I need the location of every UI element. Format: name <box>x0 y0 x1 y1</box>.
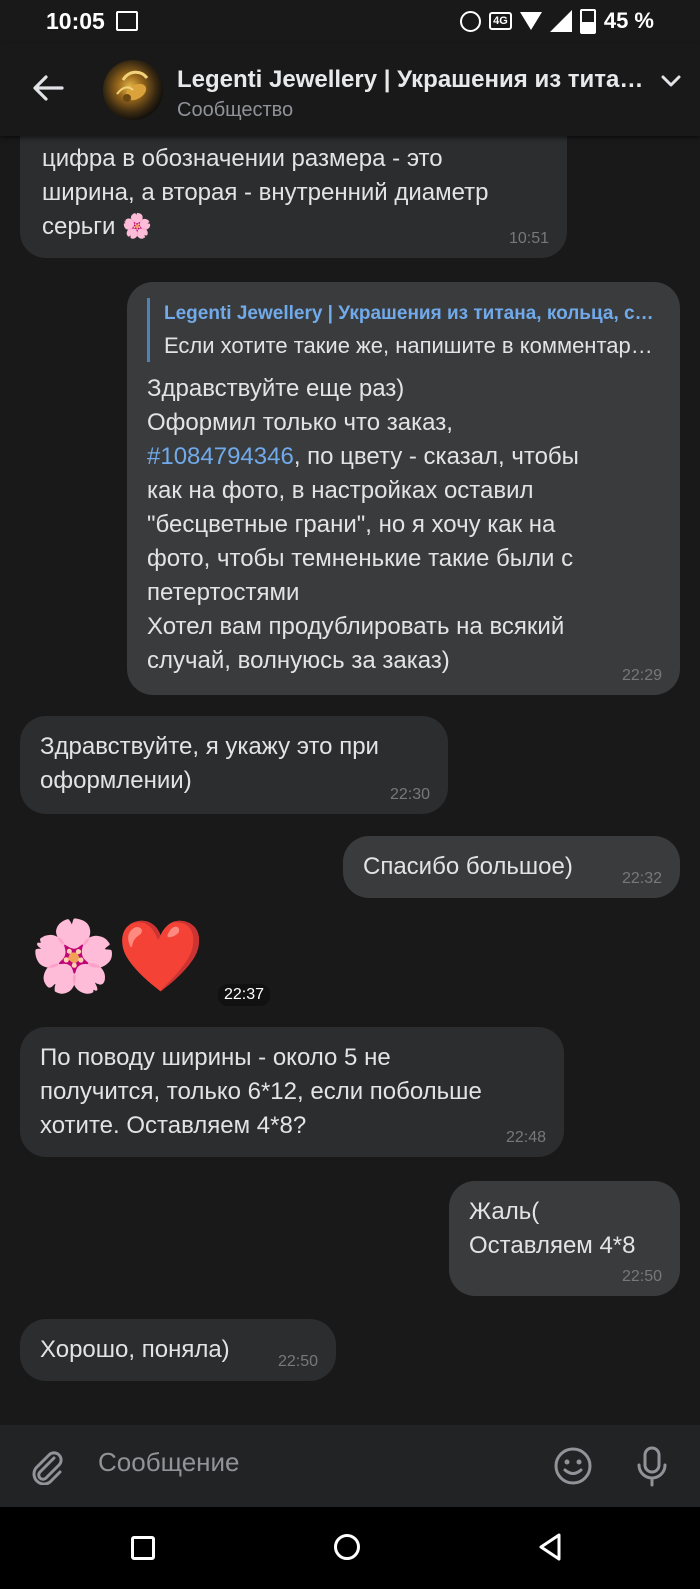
message-bubble-incoming[interactable]: Здравствуйте, я укажу это при оформлении… <box>20 716 448 814</box>
message-text: Здравствуйте, я укажу это при оформлении… <box>40 733 379 794</box>
message-bubble-incoming[interactable]: По поводу ширины - около 5 не получится,… <box>20 1027 564 1157</box>
home-button[interactable] <box>334 1534 360 1560</box>
message-time: 22:32 <box>621 870 662 887</box>
message-bubble-outgoing[interactable]: Legenti Jewellery | Украшения из титана,… <box>127 282 680 695</box>
chat-header: Legenti Jewellery | Украшения из титана,… <box>0 44 700 136</box>
battery-level: 45 % <box>603 8 654 33</box>
reply-author: Legenti Jewellery | Украшения из титана,… <box>164 303 658 324</box>
chat-title[interactable]: Legenti Jewellery | Украшения из титана,… <box>177 66 647 94</box>
message-text: цифра в обозначении размера - это ширина… <box>42 145 489 240</box>
message-text: Здравствуйте еще раз) Оформил только что… <box>147 372 658 678</box>
system-navigation-bar <box>0 1507 700 1589</box>
message-text-part: , по цвету - сказал, чтобы как на фото, … <box>147 443 579 674</box>
message-composer: Сообщение <box>0 1425 700 1507</box>
message-bubble-outgoing[interactable]: Спасибо большое) 22:32 <box>343 836 680 898</box>
order-link[interactable]: #1084794346 <box>147 443 294 470</box>
emoji-icon[interactable] <box>553 1446 593 1486</box>
status-bar: 10:05 4G 45 % <box>0 0 700 44</box>
message-list[interactable]: цифра в обозначении размера - это ширина… <box>0 136 700 1425</box>
signal-icon <box>549 10 572 32</box>
alarm-icon <box>460 10 482 32</box>
back-arrow-icon[interactable] <box>30 70 66 106</box>
battery-icon <box>579 8 596 34</box>
message-text: По поводу ширины - около 5 не получится,… <box>40 1044 482 1139</box>
community-avatar[interactable] <box>103 60 163 120</box>
chevron-down-icon[interactable] <box>660 74 682 88</box>
bee-logo-icon <box>116 70 149 102</box>
attach-paperclip-icon[interactable] <box>28 1447 66 1485</box>
recents-button[interactable] <box>131 1536 155 1560</box>
message-time: 22:50 <box>277 1353 318 1370</box>
wifi-icon <box>519 12 542 30</box>
network-type-icon: 4G <box>489 12 512 30</box>
message-text: Спасибо большое) <box>363 853 573 880</box>
message-text: Хорошо, поняла) <box>40 1336 230 1363</box>
status-icons: 4G 45 % <box>460 8 654 34</box>
message-time: 22:37 <box>218 984 271 1006</box>
reply-text: Если хотите такие же, напишите в коммент… <box>164 333 658 358</box>
message-bubble-incoming[interactable]: Хорошо, поняла) 22:50 <box>20 1319 336 1381</box>
message-text: Жаль( Оставляем 4*8 <box>469 1198 636 1259</box>
nav-back-icon[interactable] <box>537 1532 563 1562</box>
sticker-message[interactable]: 🌸❤️ 22:37 <box>30 911 271 1011</box>
message-text-part: Здравствуйте еще раз) Оформил только что… <box>147 375 453 436</box>
message-time: 10:51 <box>508 230 549 247</box>
message-time: 22:29 <box>621 667 662 684</box>
status-time: 10:05 <box>46 8 105 34</box>
message-time: 22:50 <box>621 1268 662 1285</box>
microphone-icon[interactable] <box>634 1445 670 1487</box>
reply-quote[interactable]: Legenti Jewellery | Украшения из титана,… <box>147 298 658 362</box>
message-time: 22:30 <box>389 786 430 803</box>
gallery-notification-icon <box>116 11 138 31</box>
message-input[interactable]: Сообщение <box>98 1447 240 1478</box>
chat-subtitle: Сообщество <box>177 99 294 121</box>
message-bubble-incoming[interactable]: цифра в обозначении размера - это ширина… <box>20 136 567 258</box>
message-time: 22:48 <box>505 1129 546 1146</box>
message-bubble-outgoing[interactable]: Жаль( Оставляем 4*8 22:50 <box>449 1181 680 1296</box>
